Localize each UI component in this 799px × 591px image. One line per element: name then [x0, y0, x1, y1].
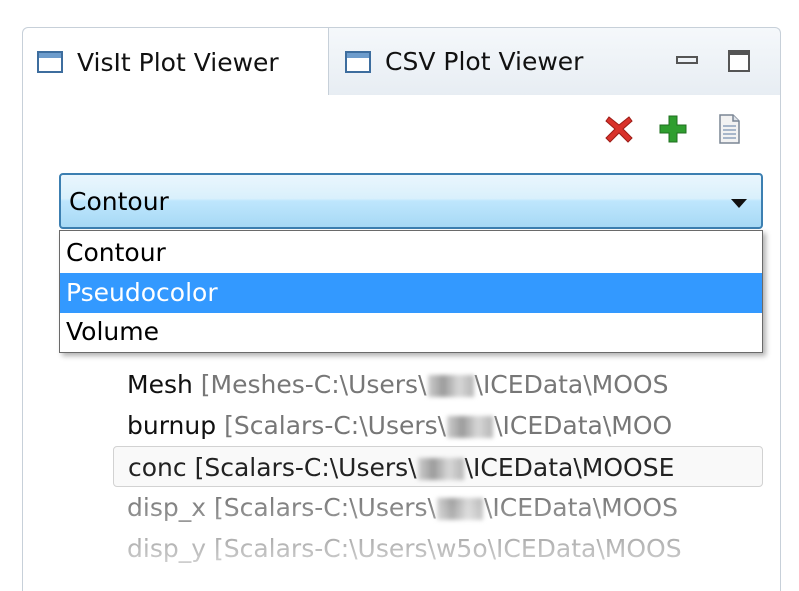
- tree-item-disp-y[interactable]: disp_y [Scalars-C:\Users\w5o\ICEData\MOO…: [113, 528, 763, 569]
- variable-detail: [Scalars-C:\Users\: [186, 453, 417, 482]
- variable-detail-suffix: \ICEData\MOO: [494, 411, 673, 440]
- document-icon[interactable]: [713, 113, 745, 145]
- tab-visit-plot-viewer[interactable]: VisIt Plot Viewer: [23, 28, 329, 96]
- delete-icon[interactable]: [603, 113, 635, 145]
- tree-item-mesh[interactable]: Mesh [Meshes-C:\Users\ \ICEData\MOOS: [113, 364, 763, 405]
- variable-detail: [Scalars-C:\Users\: [216, 411, 447, 440]
- add-icon[interactable]: [657, 113, 689, 145]
- redacted-username: [427, 375, 474, 397]
- variable-name: burnup: [127, 411, 217, 440]
- option-volume[interactable]: Volume: [60, 312, 762, 352]
- plot-type-combo[interactable]: Contour: [59, 173, 763, 229]
- tab-label: VisIt Plot Viewer: [77, 47, 279, 77]
- tree-item-conc[interactable]: conc [Scalars-C:\Users\ \ICEData\MOOSE: [113, 446, 763, 487]
- tree-item-disp-x[interactable]: disp_x [Scalars-C:\Users\ \ICEData\MOOS: [113, 487, 763, 528]
- option-pseudocolor[interactable]: Pseudocolor: [60, 273, 762, 313]
- variable-detail-suffix: \ICEData\MOOS: [474, 370, 669, 399]
- variable-detail-suffix: \ICEData\MOOS: [483, 493, 678, 522]
- redacted-username: [436, 498, 483, 520]
- tab-csv-plot-viewer[interactable]: CSV Plot Viewer: [345, 28, 583, 95]
- plot-viewer-panel: Contour Mesh [Meshes-C:\Users\ \ICEData\M…: [22, 95, 781, 591]
- view-tab-bar: VisIt Plot Viewer CSV Plot Viewer: [22, 27, 781, 96]
- variable-detail: [Scalars-C:\Users\w5o\ICEData\MOOS: [206, 534, 682, 563]
- variable-detail: [Scalars-C:\Users\: [206, 493, 436, 522]
- redacted-username: [417, 458, 464, 480]
- minimize-icon[interactable]: [676, 56, 698, 64]
- combo-selected-value: Contour: [69, 187, 169, 216]
- variable-name: conc: [128, 453, 187, 482]
- variable-name: Mesh: [127, 370, 193, 399]
- option-contour[interactable]: Contour: [60, 233, 762, 273]
- view-window-icon: [345, 50, 371, 73]
- variable-name: disp_x: [127, 493, 207, 522]
- tree-item-burnup[interactable]: burnup [Scalars-C:\Users\ \ICEData\MOO: [113, 405, 763, 446]
- variable-name: disp_y: [127, 534, 207, 563]
- variable-detail: [Meshes-C:\Users\: [192, 370, 427, 399]
- plot-type-dropdown-list: Contour Pseudocolor Volume: [59, 230, 763, 353]
- view-window-icon: [37, 51, 63, 73]
- tab-label: CSV Plot Viewer: [385, 47, 584, 76]
- redacted-username: [447, 416, 494, 438]
- variable-detail-suffix: \ICEData\MOOSE: [464, 453, 675, 482]
- chevron-down-icon[interactable]: [731, 199, 747, 208]
- maximize-icon[interactable]: [728, 50, 750, 72]
